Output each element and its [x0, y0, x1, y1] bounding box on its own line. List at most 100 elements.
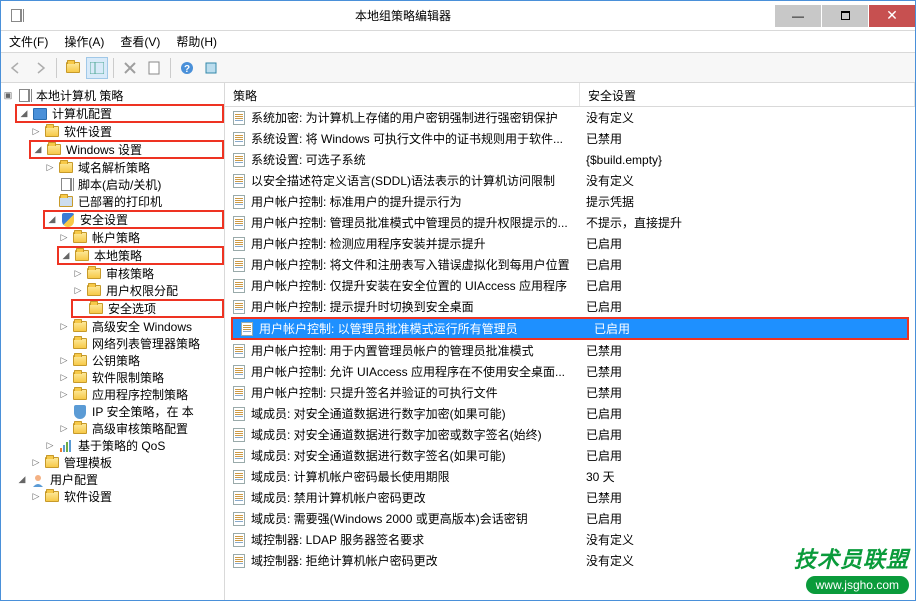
back-button[interactable]: [5, 57, 27, 79]
properties-button[interactable]: [143, 57, 165, 79]
collapse-icon[interactable]: ▣: [1, 90, 15, 101]
highlight-box: 安全选项: [71, 299, 224, 318]
tree-panel[interactable]: ▣本地计算机 策略 ◢计算机配置 ▷软件设置 ◢Windows 设置 ▷域名解析…: [1, 83, 225, 600]
policy-setting: 不提示，直接提升: [580, 214, 915, 231]
minimize-button[interactable]: —: [775, 5, 821, 27]
delete-button[interactable]: [119, 57, 141, 79]
policy-row[interactable]: 以安全描述符定义语言(SDDL)语法表示的计算机访问限制没有定义: [225, 170, 915, 191]
policy-name: 用户帐户控制: 用于内置管理员帐户的管理员批准模式: [251, 342, 534, 359]
expand-icon[interactable]: ▷: [29, 491, 43, 502]
policy-row[interactable]: 域成员: 对安全通道数据进行数字加密或数字签名(始终)已启用: [225, 424, 915, 445]
tree-adv-firewall[interactable]: ▷高级安全 Windows: [57, 318, 224, 335]
tree-public-key[interactable]: ▷公钥策略: [57, 352, 224, 369]
policy-icon: [15, 88, 32, 104]
menu-help[interactable]: 帮助(H): [174, 31, 219, 52]
app-window: 本地组策略编辑器 — ✕ 文件(F) 操作(A) 查看(V) 帮助(H) ? ▣…: [0, 0, 916, 601]
forward-button[interactable]: [29, 57, 51, 79]
tree-dns-policy[interactable]: ▷域名解析策略: [43, 159, 224, 176]
collapse-icon[interactable]: ◢: [17, 108, 31, 119]
tree-user-config[interactable]: ◢用户配置: [15, 471, 224, 488]
policy-row[interactable]: 用户帐户控制: 检测应用程序安装并提示提升已启用: [225, 233, 915, 254]
policy-row[interactable]: 系统设置: 将 Windows 可执行文件中的证书规则用于软件...已禁用: [225, 128, 915, 149]
expand-icon[interactable]: ▷: [57, 232, 71, 243]
policy-icon: [231, 406, 247, 422]
policy-row[interactable]: 用户帐户控制: 提示提升时切换到安全桌面已启用: [225, 296, 915, 317]
policy-list[interactable]: 系统加密: 为计算机上存储的用户密钥强制进行强密钥保护没有定义系统设置: 将 W…: [225, 107, 915, 600]
policy-icon: [231, 448, 247, 464]
folder-icon: [71, 421, 88, 437]
watermark-url: www.jsgho.com: [806, 576, 909, 594]
tree-computer-config[interactable]: ◢计算机配置: [17, 106, 222, 121]
refresh-button[interactable]: [200, 57, 222, 79]
tree-windows-settings[interactable]: ◢Windows 设置: [31, 142, 222, 157]
computer-icon: [31, 106, 48, 122]
tree-software-settings[interactable]: ▷软件设置: [29, 123, 224, 140]
tree-account-policy[interactable]: ▷帐户策略: [57, 229, 224, 246]
collapse-icon[interactable]: ◢: [59, 250, 73, 261]
expand-icon[interactable]: ▷: [29, 457, 43, 468]
policy-row[interactable]: 用户帐户控制: 用于内置管理员帐户的管理员批准模式已禁用: [225, 340, 915, 361]
policy-icon: [231, 427, 247, 443]
expand-icon[interactable]: ▷: [57, 389, 71, 400]
tree-adv-audit[interactable]: ▷高级审核策略配置: [57, 420, 224, 437]
policy-icon: [231, 385, 247, 401]
expand-icon[interactable]: ▷: [57, 423, 71, 434]
policy-row[interactable]: 域成员: 需要强(Windows 2000 或更高版本)会话密钥已启用: [225, 508, 915, 529]
tree-security-options[interactable]: 安全选项: [73, 301, 222, 316]
policy-icon: [231, 364, 247, 380]
expand-icon[interactable]: ▷: [71, 285, 85, 296]
help-button[interactable]: ?: [176, 57, 198, 79]
tree-qos[interactable]: ▷基于策略的 QoS: [43, 437, 224, 454]
policy-row[interactable]: 域成员: 对安全通道数据进行数字加密(如果可能)已启用: [225, 403, 915, 424]
window-buttons: — ✕: [775, 5, 915, 27]
expand-icon[interactable]: ▷: [57, 355, 71, 366]
maximize-button[interactable]: [822, 5, 868, 27]
expand-icon[interactable]: ▷: [29, 126, 43, 137]
expand-icon[interactable]: ▷: [57, 372, 71, 383]
close-button[interactable]: ✕: [869, 5, 915, 27]
collapse-icon[interactable]: ◢: [15, 474, 29, 485]
tree-admin-templates[interactable]: ▷管理模板: [29, 454, 224, 471]
tree-software-settings-user[interactable]: ▷软件设置: [29, 488, 224, 505]
title-bar: 本地组策略编辑器 — ✕: [1, 1, 915, 31]
tree-printers[interactable]: 已部署的打印机: [43, 193, 224, 210]
tree-audit-policy[interactable]: ▷审核策略: [71, 265, 224, 282]
policy-icon: [231, 553, 247, 569]
policy-row[interactable]: 系统加密: 为计算机上存储的用户密钥强制进行强密钥保护没有定义: [225, 107, 915, 128]
policy-row[interactable]: 用户帐户控制: 只提升签名并验证的可执行文件已禁用: [225, 382, 915, 403]
menu-file[interactable]: 文件(F): [7, 31, 50, 52]
chart-icon: [57, 438, 74, 454]
policy-row[interactable]: 用户帐户控制: 允许 UIAccess 应用程序在不使用安全桌面...已禁用: [225, 361, 915, 382]
tree-security-settings[interactable]: ◢安全设置: [45, 212, 222, 227]
expand-icon[interactable]: ▷: [43, 440, 57, 451]
tree-scripts[interactable]: 脚本(启动/关机): [43, 176, 224, 193]
expand-icon[interactable]: ▷: [71, 268, 85, 279]
policy-row[interactable]: 域成员: 禁用计算机帐户密码更改已禁用: [225, 487, 915, 508]
up-folder-button[interactable]: [62, 57, 84, 79]
tree-nlm[interactable]: 网络列表管理器策略: [57, 335, 224, 352]
menu-action[interactable]: 操作(A): [62, 31, 106, 52]
tree-user-rights[interactable]: ▷用户权限分配: [71, 282, 224, 299]
tree-appctrl[interactable]: ▷应用程序控制策略: [57, 386, 224, 403]
column-setting[interactable]: 安全设置: [580, 83, 915, 106]
column-policy[interactable]: 策略: [225, 83, 580, 106]
expand-icon[interactable]: ▷: [43, 162, 57, 173]
policy-row[interactable]: 域成员: 对安全通道数据进行数字签名(如果可能)已启用: [225, 445, 915, 466]
tree-local-policy[interactable]: ◢本地策略: [59, 248, 222, 263]
policy-row[interactable]: 用户帐户控制: 将文件和注册表写入错误虚拟化到每用户位置已启用: [225, 254, 915, 275]
menu-view[interactable]: 查看(V): [118, 31, 162, 52]
tree-root[interactable]: ▣本地计算机 策略: [1, 87, 224, 104]
policy-row[interactable]: 用户帐户控制: 管理员批准模式中管理员的提升权限提示的...不提示，直接提升: [225, 212, 915, 233]
policy-row[interactable]: 系统设置: 可选子系统{$build.empty}: [225, 149, 915, 170]
tree-view-button[interactable]: [86, 57, 108, 79]
tree-ipsec[interactable]: IP 安全策略，在 本: [57, 403, 224, 420]
folder-icon: [43, 489, 60, 505]
policy-row[interactable]: 用户帐户控制: 以管理员批准模式运行所有管理员已启用: [233, 319, 907, 338]
expand-icon[interactable]: ▷: [57, 321, 71, 332]
policy-row[interactable]: 域成员: 计算机帐户密码最长使用期限30 天: [225, 466, 915, 487]
tree-srp[interactable]: ▷软件限制策略: [57, 369, 224, 386]
policy-row[interactable]: 用户帐户控制: 标准用户的提升提示行为提示凭据: [225, 191, 915, 212]
policy-row[interactable]: 用户帐户控制: 仅提升安装在安全位置的 UIAccess 应用程序已启用: [225, 275, 915, 296]
collapse-icon[interactable]: ◢: [45, 214, 59, 225]
collapse-icon[interactable]: ◢: [31, 144, 45, 155]
